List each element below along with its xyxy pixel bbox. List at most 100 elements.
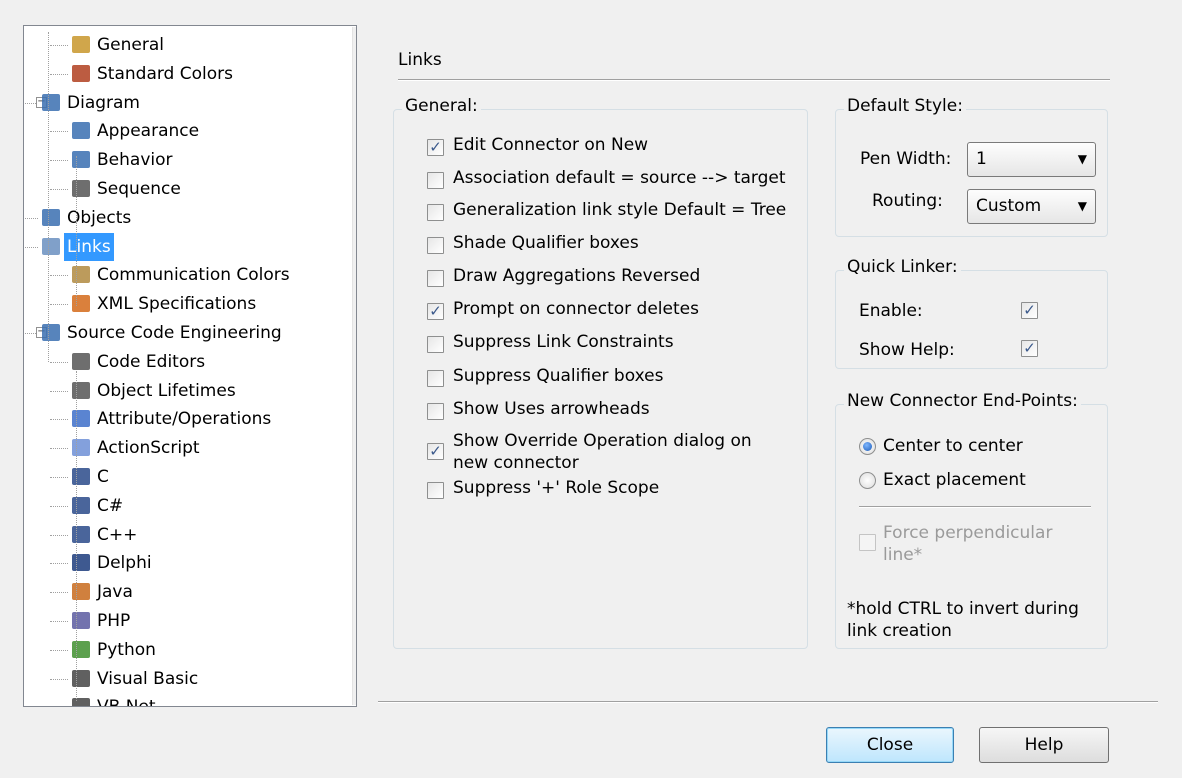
option-checkbox[interactable] [427, 403, 444, 420]
links-icon [42, 237, 60, 255]
option-checkbox[interactable]: ✓ [427, 139, 444, 156]
tree-item[interactable]: Delphi [24, 549, 324, 577]
tree-item[interactable]: Standard Colors [24, 60, 324, 88]
tree-item[interactable]: PHP [24, 607, 324, 635]
option-checkbox[interactable] [427, 270, 444, 287]
tree-item[interactable]: Attribute/Operations [24, 405, 324, 433]
option-checkbox[interactable] [427, 370, 444, 387]
vbnet-icon [72, 698, 90, 706]
tree-trunk-line [48, 32, 49, 362]
tree-item-label: C# [97, 495, 124, 516]
option-label[interactable]: Prompt on connector deletes [453, 299, 699, 319]
tree-trunk-line [76, 371, 77, 701]
center-to-center-label[interactable]: Center to center [883, 436, 1023, 456]
tree-item[interactable]: Objects [24, 204, 324, 232]
tree-item[interactable]: C++ [24, 521, 324, 549]
tree-item[interactable]: C [24, 463, 324, 491]
option-checkbox[interactable] [427, 172, 444, 189]
force-perpendicular-label-line2: line* [883, 545, 923, 565]
tree-trunk-line [76, 156, 77, 306]
tree-item[interactable]: Appearance [24, 117, 324, 145]
center-to-center-radio[interactable] [859, 438, 876, 455]
close-button[interactable]: Close [826, 727, 954, 763]
tree-item[interactable]: Python [24, 636, 324, 664]
option-label[interactable]: Suppress Link Constraints [453, 332, 674, 352]
tree-item[interactable]: Communication Colors [24, 261, 324, 289]
tree-item[interactable]: −Source Code Engineering [24, 319, 324, 347]
option-checkbox[interactable] [427, 336, 444, 353]
exact-placement-radio[interactable] [859, 472, 876, 489]
option-label[interactable]: Suppress Qualifier boxes [453, 366, 663, 386]
scroll-up-arrow-icon[interactable]: ▲ [353, 27, 356, 51]
tree-item-label: Communication Colors [97, 265, 290, 286]
option-label[interactable]: Generalization link style Default = Tree [453, 200, 786, 220]
enable-checkbox[interactable]: ✓ [1021, 302, 1038, 319]
tree-connector-line [50, 505, 68, 507]
option-label[interactable]: Edit Connector on New [453, 135, 648, 155]
scrollbar-thumb[interactable]: ≡ [356, 53, 357, 583]
tree-connector-line [50, 160, 68, 162]
option-checkbox[interactable] [427, 482, 444, 499]
help-button[interactable]: Help [979, 727, 1109, 763]
default-style-group: Default Style: Pen Width: 1 ▼ Routing: C… [835, 96, 1108, 237]
option-label[interactable]: Shade Qualifier boxes [453, 233, 639, 253]
option-checkbox[interactable]: ✓ [427, 443, 444, 460]
tree-item-label: Delphi [97, 553, 152, 574]
tree-item[interactable]: −Diagram [24, 89, 324, 117]
option-label-line2[interactable]: new connector [453, 453, 579, 473]
tree-item[interactable]: ActionScript [24, 434, 324, 462]
chevron-down-icon: ▼ [1077, 152, 1087, 166]
tree-item-label: Object Lifetimes [97, 380, 236, 401]
option-label[interactable]: Suppress '+' Role Scope [453, 478, 659, 498]
option-checkbox[interactable] [427, 204, 444, 221]
source-code-icon [42, 324, 60, 341]
routing-label: Routing: [872, 191, 943, 211]
colors-icon [72, 64, 90, 82]
tree-connector-line [50, 563, 68, 565]
tree-item[interactable]: Object Lifetimes [24, 377, 324, 405]
routing-select[interactable]: Custom ▼ [967, 189, 1096, 224]
end-points-group: New Connector End-Points: Center to cent… [835, 391, 1108, 649]
tree-connector-line [50, 649, 68, 651]
scroll-down-arrow-icon[interactable]: ▼ [353, 681, 356, 705]
tree-item[interactable]: Behavior [24, 146, 324, 174]
option-label[interactable]: Show Uses arrowheads [453, 399, 650, 419]
tree-item[interactable]: Code Editors [24, 348, 324, 376]
tree-connector-line [24, 217, 38, 219]
tree-item-label: Objects [67, 207, 132, 228]
tree-item[interactable]: Visual Basic [24, 665, 324, 693]
option-label[interactable]: Draw Aggregations Reversed [453, 266, 700, 286]
option-checkbox[interactable] [427, 237, 444, 254]
tree-scrollbar[interactable]: ▲ ≡ ▼ [352, 27, 357, 705]
tree-item[interactable]: General [24, 31, 324, 59]
tree-item[interactable]: Java [24, 578, 324, 606]
show-help-checkbox[interactable]: ✓ [1021, 340, 1038, 357]
diagram-icon [42, 93, 60, 111]
tree-connector-line [50, 534, 68, 536]
tree-connector-line [50, 448, 68, 450]
force-perpendicular-label: Force perpendicular [883, 523, 1053, 543]
tree-item-label: Diagram [67, 92, 140, 113]
option-label[interactable]: Association default = source --> target [453, 168, 786, 188]
tree-item-label: VB.Net [94, 693, 159, 706]
tree-item[interactable]: XML Specifications [24, 290, 324, 318]
quick-linker-group: Quick Linker: Enable: ✓ Show Help: ✓ [835, 257, 1108, 369]
tree-connector-line [50, 275, 68, 277]
force-perpendicular-checkbox[interactable] [859, 534, 876, 551]
tree-item[interactable]: C# [24, 492, 324, 520]
end-points-divider [859, 506, 1091, 508]
exact-placement-label[interactable]: Exact placement [883, 470, 1026, 490]
general-icon [72, 36, 90, 53]
options-tree[interactable]: General Standard Colors −Diagram Appearance… [23, 25, 357, 707]
tree-item-label: Visual Basic [97, 668, 199, 689]
option-label[interactable]: Show Override Operation dialog on [453, 431, 752, 451]
code-editor-icon [72, 381, 90, 399]
tree-item[interactable]: Links [24, 232, 324, 261]
pen-width-select[interactable]: 1 ▼ [967, 142, 1096, 177]
java-icon [72, 583, 90, 601]
tree-item[interactable]: VB.Net [24, 693, 324, 706]
option-checkbox[interactable]: ✓ [427, 303, 444, 320]
pen-width-value: 1 [976, 149, 987, 169]
tree-item[interactable]: Sequence [24, 175, 324, 203]
tree-item-label: Links [64, 232, 114, 261]
